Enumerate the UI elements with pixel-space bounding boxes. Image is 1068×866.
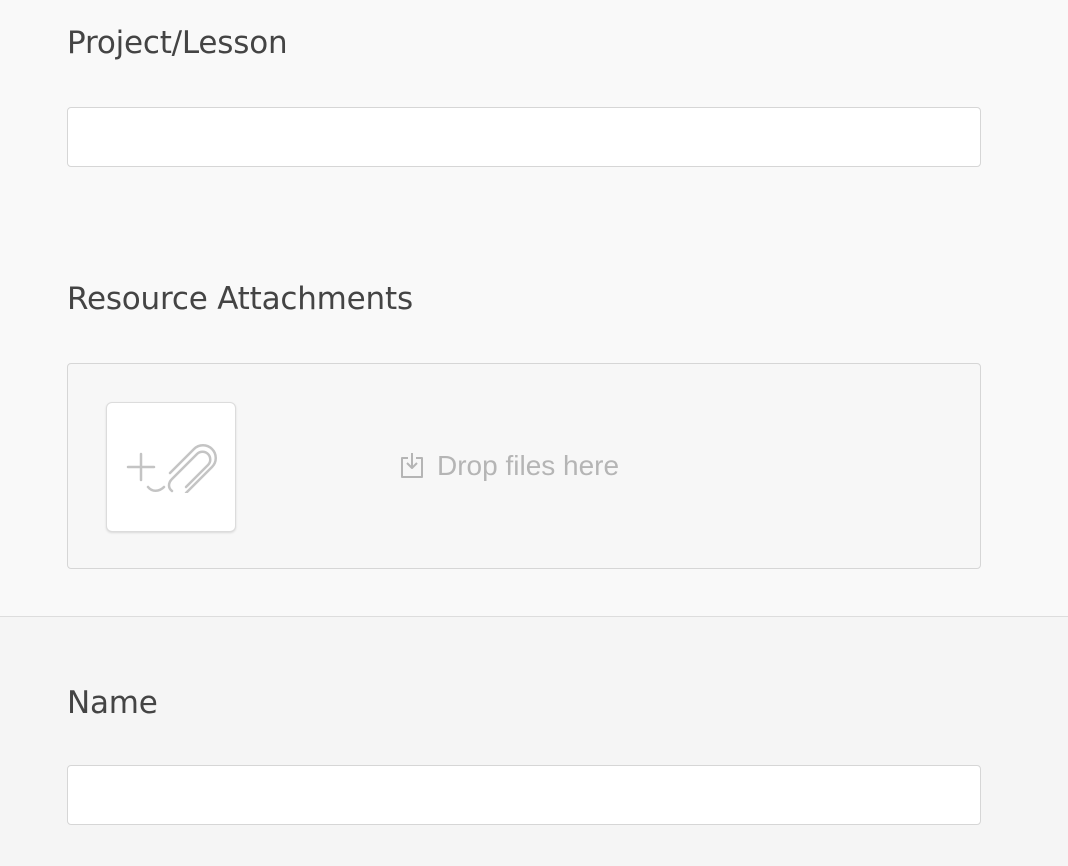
add-attachment-button[interactable] bbox=[106, 402, 236, 532]
name-input[interactable] bbox=[67, 765, 981, 825]
form-section-top: Project/Lesson Resource Attachments Drop… bbox=[0, 0, 1068, 616]
project-lesson-label: Project/Lesson bbox=[67, 25, 288, 61]
name-label: Name bbox=[67, 685, 158, 721]
drop-files-text: Drop files here bbox=[437, 450, 620, 481]
attachment-dropzone[interactable]: Drop files here bbox=[67, 363, 981, 569]
project-lesson-input[interactable] bbox=[67, 107, 981, 167]
plus-paperclip-icon bbox=[126, 444, 217, 493]
resource-attachments-label: Resource Attachments bbox=[67, 281, 413, 317]
form-section-bottom: Name bbox=[0, 617, 1068, 866]
drop-files-hint: Drop files here bbox=[399, 448, 619, 484]
download-tray-icon bbox=[401, 453, 423, 478]
